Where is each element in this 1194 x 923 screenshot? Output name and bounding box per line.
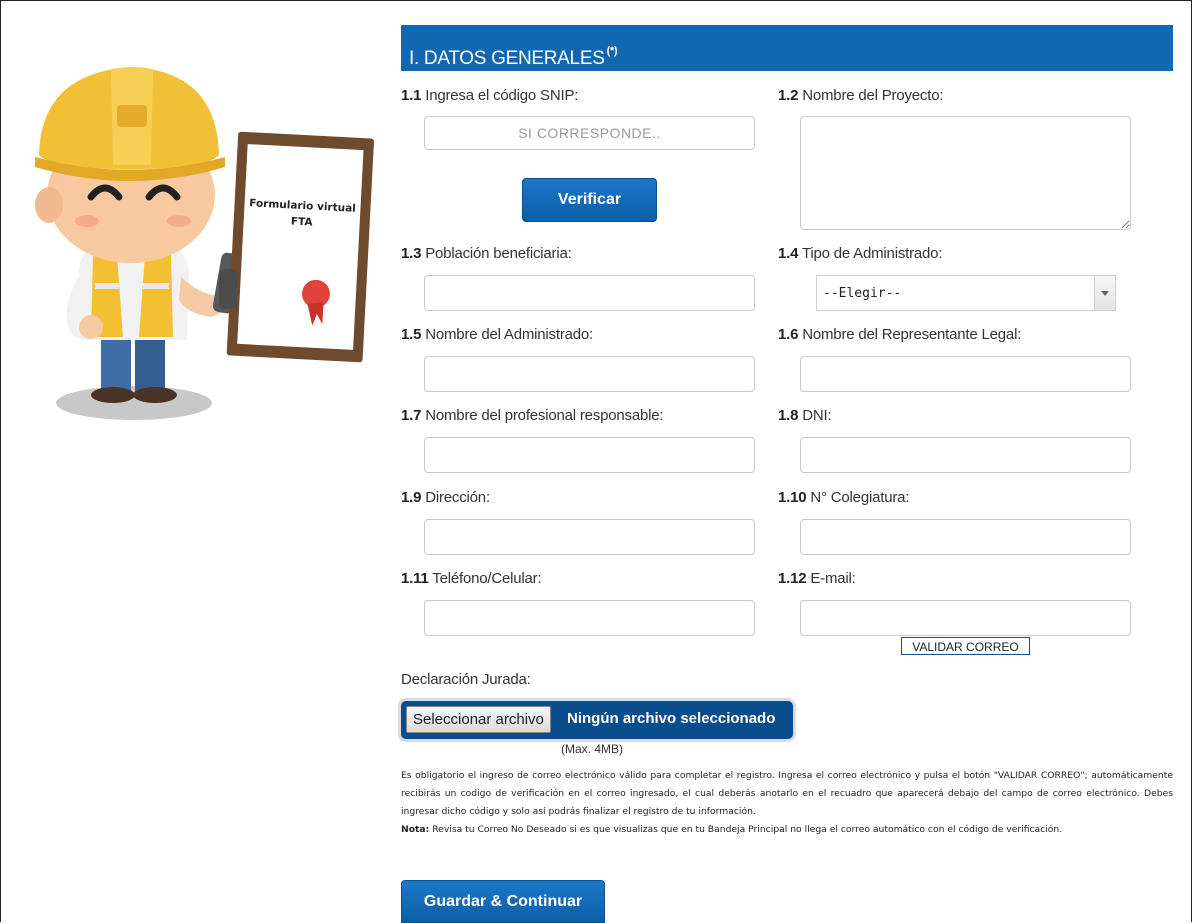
max-size-note: (Max. 4MB)	[561, 742, 624, 756]
address-input[interactable]	[424, 519, 755, 555]
admin-name-label: 1.5 Nombre del Administrado:	[401, 326, 594, 343]
professional-label: 1.7 Nombre del profesional responsable:	[401, 407, 664, 424]
required-marker: (*)	[606, 45, 618, 57]
project-name-textarea[interactable]	[800, 116, 1131, 230]
file-status: Ningún archivo seleccionado	[567, 710, 776, 727]
save-continue-button[interactable]: Guardar & Continuar	[401, 880, 605, 923]
phone-label: 1.11 Teléfono/Celular:	[401, 570, 542, 587]
section-header: I. DATOS GENERALES (*)	[401, 25, 1173, 71]
professional-input[interactable]	[424, 437, 755, 473]
address-label: 1.9 Dirección:	[401, 489, 490, 506]
admin-type-select[interactable]: --Elegir--	[816, 275, 1116, 311]
phone-input[interactable]	[424, 600, 755, 636]
snip-label: 1.1 Ingresa el código SNIP:	[401, 87, 579, 104]
validate-email-button[interactable]: VALIDAR CORREO	[901, 637, 1030, 655]
population-label: 1.3 Población beneficiaria:	[401, 245, 572, 262]
chevron-down-icon[interactable]	[1094, 276, 1115, 310]
admin-type-label: 1.4 Tipo de Administrado:	[778, 245, 943, 262]
notice-text: Es obligatorio el ingreso de correo elec…	[401, 770, 1173, 817]
worker-illustration: Formulario virtual FTA	[35, 67, 374, 420]
legal-rep-input[interactable]	[800, 356, 1131, 392]
colegiatura-label: 1.10 N° Colegiatura:	[778, 489, 910, 506]
email-label: 1.12 E-mail:	[778, 570, 856, 587]
population-input[interactable]	[424, 275, 755, 311]
colegiatura-input[interactable]	[800, 519, 1131, 555]
dni-input[interactable]	[800, 437, 1131, 473]
admin-name-input[interactable]	[424, 356, 755, 392]
email-input[interactable]	[800, 600, 1131, 636]
snip-input[interactable]	[424, 116, 755, 150]
project-name-label: 1.2 Nombre del Proyecto:	[778, 87, 944, 104]
choose-file-button[interactable]: Seleccionar archivo	[406, 706, 551, 733]
section-title: I. DATOS GENERALES	[409, 48, 605, 69]
certificate-line2: FTA	[291, 215, 314, 228]
admin-type-selected: --Elegir--	[823, 286, 902, 301]
note-text: Revisa tu Correo No Deseado si es que vi…	[429, 824, 1063, 835]
file-upload[interactable]: Seleccionar archivo Ningún archivo selec…	[401, 701, 793, 739]
legal-rep-label: 1.6 Nombre del Representante Legal:	[778, 326, 1022, 343]
page-frame: Formulario virtual FTA I. DATOS GENERALE…	[0, 0, 1192, 923]
verify-button[interactable]: Verificar	[522, 178, 657, 222]
dni-label: 1.8 DNI:	[778, 407, 832, 424]
declaration-label: Declaración Jurada:	[401, 671, 531, 688]
note-label: Nota:	[401, 824, 430, 835]
email-notice: Es obligatorio el ingreso de correo elec…	[401, 767, 1173, 839]
